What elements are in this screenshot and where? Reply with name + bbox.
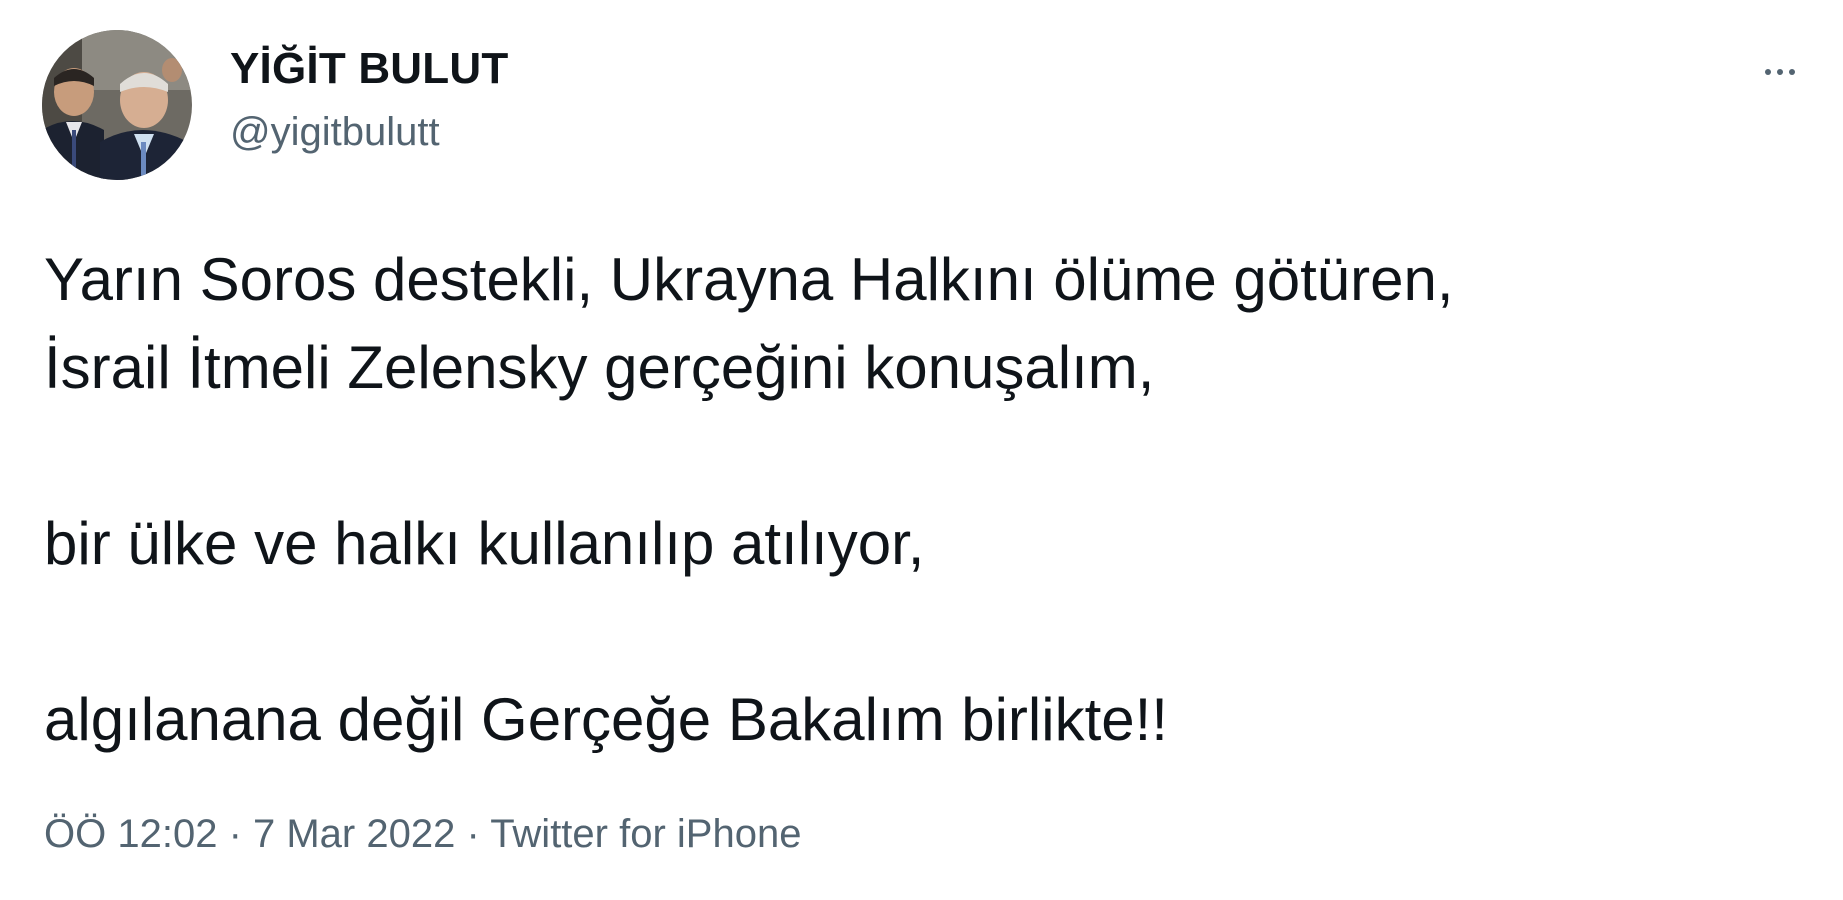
avatar[interactable] [42, 30, 192, 180]
tweet-time[interactable]: ÖÖ 12:02 [44, 812, 217, 856]
meta-separator: · [228, 812, 253, 856]
more-options-button[interactable] [1748, 52, 1812, 92]
tweet-metadata: ÖÖ 12:02 · 7 Mar 2022 · Twitter for iPho… [44, 812, 801, 857]
author-handle[interactable]: @yigitbulutt [230, 110, 440, 155]
tweet-source[interactable]: Twitter for iPhone [490, 812, 801, 856]
tweet-date[interactable]: 7 Mar 2022 [253, 812, 455, 856]
tweet-line: Yarın Soros destekli, Ukrayna Halkını öl… [44, 246, 1454, 313]
avatar-image [42, 30, 192, 180]
ellipsis-icon [1789, 69, 1795, 75]
tweet-line: algılanana değil Gerçeğe Bakalım birlikt… [44, 686, 1168, 753]
tweet-card: YİĞİT BULUT @yigitbulutt Yarın Soros des… [0, 0, 1843, 900]
meta-separator: · [466, 812, 491, 856]
tweet-line: bir ülke ve halkı kullanılıp atılıyor, [44, 510, 925, 577]
tweet-line: İsrail İtmeli Zelensky gerçeğini konuşal… [44, 334, 1155, 401]
ellipsis-icon [1777, 69, 1783, 75]
author-display-name[interactable]: YİĞİT BULUT [230, 44, 508, 94]
tweet-text: Yarın Soros destekli, Ukrayna Halkını öl… [44, 236, 1804, 764]
ellipsis-icon [1765, 69, 1771, 75]
